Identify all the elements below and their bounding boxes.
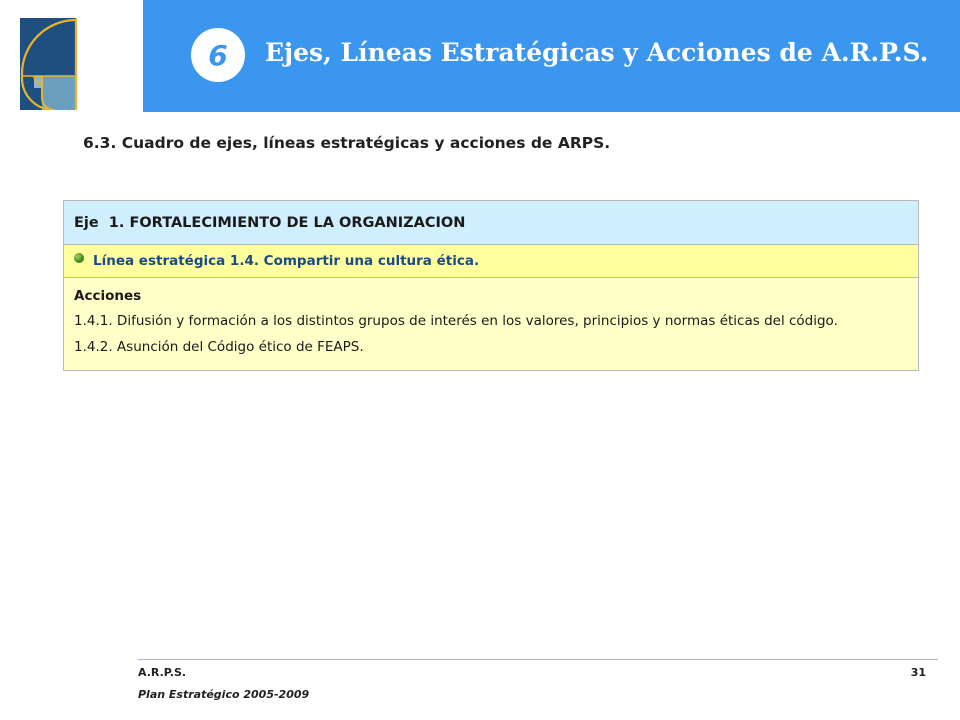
chapter-number-badge: 6 (191, 28, 245, 82)
golden-spiral-logo-icon (20, 18, 78, 112)
linea-label: Línea estratégica 1.4. Compartir una cul… (93, 253, 480, 269)
footer-org: A.R.P.S. (138, 666, 187, 679)
eje-row: Eje 1. FORTALECIMIENTO DE LA ORGANIZACIO… (64, 201, 918, 245)
eje-label: Eje 1. FORTALECIMIENTO DE LA ORGANIZACIO… (74, 214, 466, 231)
footer-divider (138, 659, 938, 660)
linea-row: Línea estratégica 1.4. Compartir una cul… (64, 245, 918, 278)
section-title: 6.3. Cuadro de ejes, líneas estratégicas… (83, 134, 611, 152)
page-title: Ejes, Líneas Estratégicas y Acciones de … (265, 38, 929, 67)
footer-plan: Plan Estratégico 2005-2009 (138, 688, 310, 701)
accion-item: 1.4.1. Difusión y formación a los distin… (74, 313, 838, 329)
acciones-row: Acciones 1.4.1. Difusión y formación a l… (64, 278, 918, 370)
page-number: 31 (910, 666, 926, 679)
green-bullet-icon (74, 253, 84, 263)
acciones-label: Acciones (74, 288, 142, 304)
strategy-table: Eje 1. FORTALECIMIENTO DE LA ORGANIZACIO… (63, 200, 919, 371)
accion-item: 1.4.2. Asunción del Código ético de FEAP… (74, 339, 364, 355)
